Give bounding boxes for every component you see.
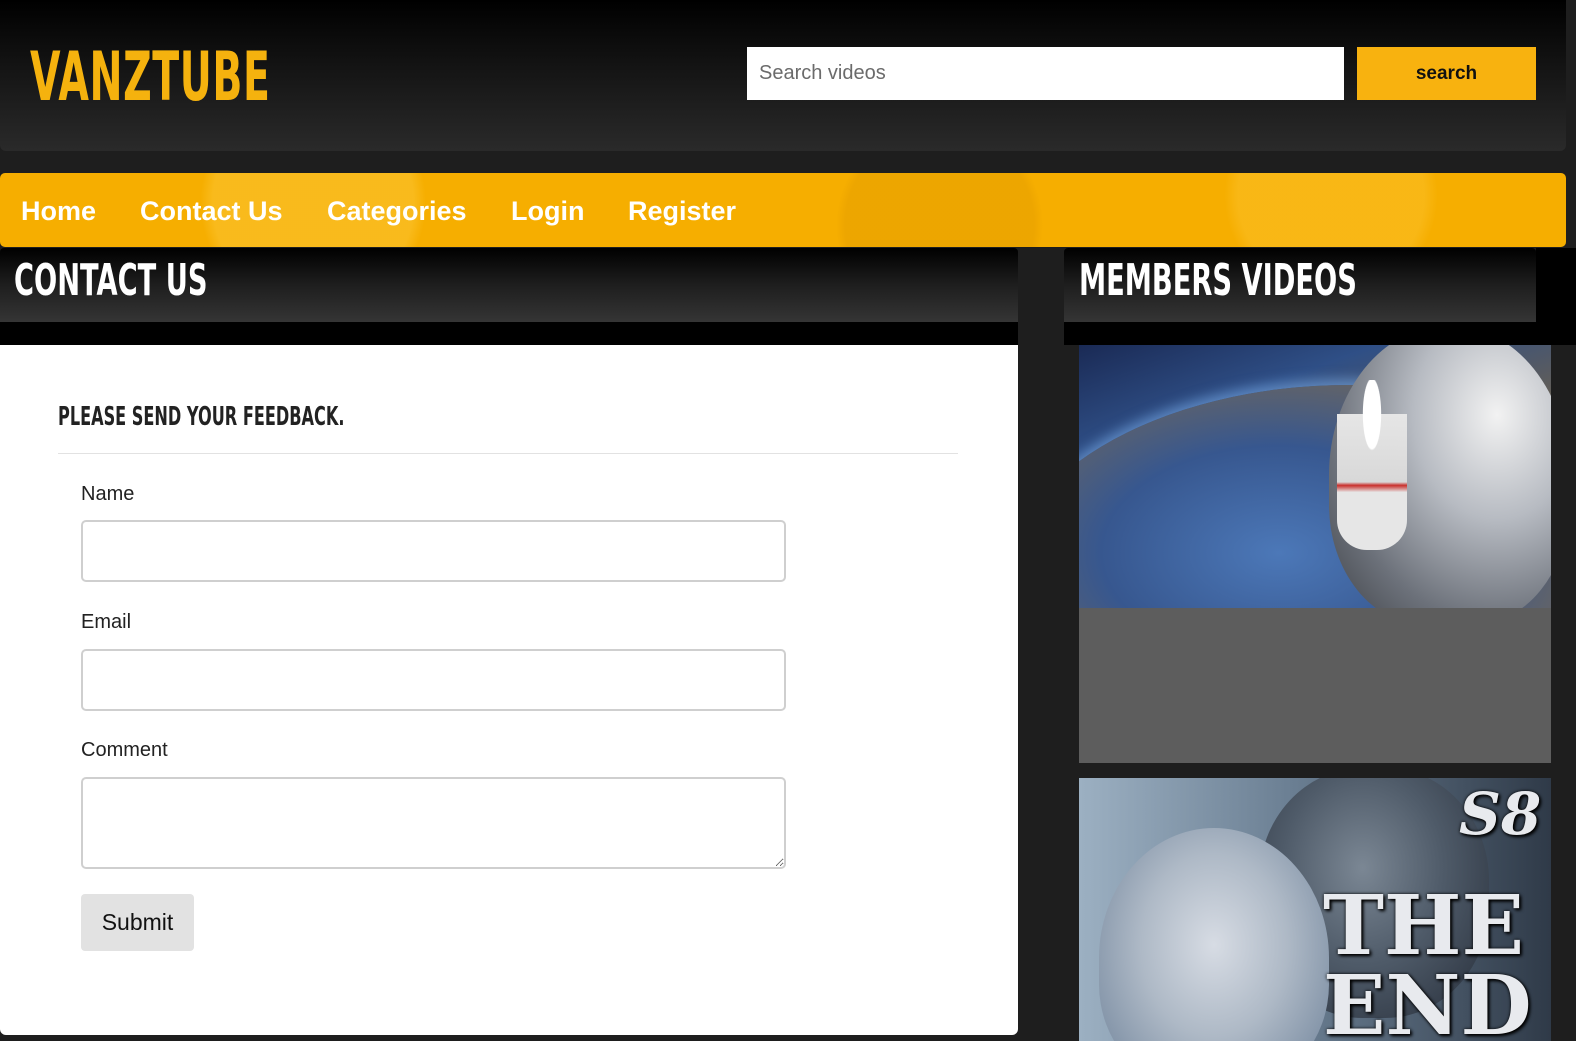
submit-button[interactable]: Submit [81, 894, 194, 951]
overlay-s8-text: S8 [1459, 780, 1542, 848]
video-thumbnail[interactable]: S8 THE END [1079, 778, 1551, 1041]
nav-item-login[interactable]: Login [511, 195, 584, 227]
name-field[interactable] [81, 520, 786, 582]
heading-divider [58, 453, 958, 454]
site-logo[interactable]: VANZTUBE [30, 40, 271, 116]
search-input[interactable] [747, 47, 1344, 100]
nav-item-categories[interactable]: Categories [327, 195, 467, 227]
email-label: Email [81, 611, 132, 633]
video-thumbnail[interactable] [1079, 345, 1551, 763]
nav-item-register[interactable]: Register [628, 195, 736, 227]
site-header: VANZTUBE search [0, 0, 1566, 151]
main-nav: Home Contact Us Categories Login Registe… [0, 173, 1566, 247]
comment-field[interactable] [81, 777, 786, 869]
overlay-end-text: END [1323, 958, 1532, 1041]
search-button[interactable]: search [1357, 47, 1536, 100]
members-divider-strip [1064, 322, 1576, 345]
contact-title-bar: CONTACT US [0, 248, 1018, 322]
members-title: MEMBERS VIDEOS [1079, 255, 1357, 306]
email-field[interactable] [81, 649, 786, 711]
video-card-game-of-thrones[interactable]: S8 THE END [1079, 778, 1551, 1041]
sidebar-edge [1536, 248, 1576, 323]
astronaut-image [1337, 380, 1407, 550]
members-title-bar: MEMBERS VIDEOS [1064, 248, 1536, 322]
video-info-area [1079, 608, 1551, 763]
comment-label: Comment [81, 739, 168, 761]
contact-title: CONTACT US [14, 255, 208, 306]
nav-item-contact-us[interactable]: Contact Us [140, 195, 283, 227]
nav-item-home[interactable]: Home [21, 195, 96, 227]
contact-form-panel: PLEASE SEND YOUR FEEDBACK. Name Email Co… [0, 345, 1018, 1035]
name-label: Name [81, 483, 135, 505]
video-card-space-jump[interactable] [1079, 345, 1551, 763]
contact-divider-strip [0, 322, 1018, 345]
feedback-heading: PLEASE SEND YOUR FEEDBACK. [58, 402, 345, 432]
